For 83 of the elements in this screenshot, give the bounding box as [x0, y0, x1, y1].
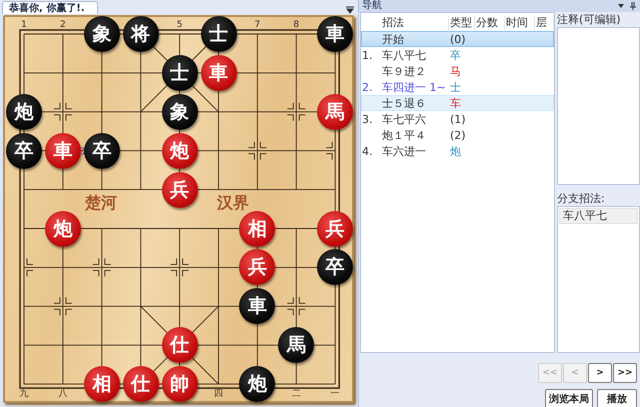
column-header[interactable]: 招法	[381, 14, 449, 30]
pin-icon[interactable]	[629, 2, 637, 10]
chess-piece[interactable]: 士	[162, 54, 198, 91]
move-row[interactable]: 开始 (0)	[361, 31, 554, 47]
chess-piece[interactable]: 兵	[162, 172, 198, 208]
column-header[interactable]: 时间	[505, 14, 535, 30]
column-header[interactable]: 类型	[449, 14, 475, 30]
chess-piece[interactable]: 車	[317, 16, 354, 52]
chess-piece[interactable]: 相	[84, 366, 120, 402]
move-type: 马	[450, 64, 462, 79]
file-number: 四	[213, 389, 224, 400]
move-row[interactable]: 炮１平４ (2)	[361, 127, 554, 143]
chess-piece[interactable]: 車	[44, 132, 81, 169]
move-row[interactable]: 车９进２ 马	[361, 63, 554, 79]
move-type: 车	[450, 96, 462, 111]
move-row[interactable]: 2. 车四进一 1~ 士	[361, 79, 554, 95]
action-button[interactable]: 播放	[597, 389, 637, 407]
move-notation: 士５退６	[382, 96, 427, 111]
chess-piece[interactable]: 卒	[84, 132, 120, 169]
column-header[interactable]: 分数	[475, 14, 505, 30]
chess-piece[interactable]: 炮	[6, 94, 42, 130]
chess-piece[interactable]: 将	[122, 16, 159, 52]
move-number: 3.	[362, 113, 374, 126]
file-number: 九	[18, 389, 30, 400]
chess-piece[interactable]: 炮	[44, 210, 81, 246]
move-notation: 炮１平４	[382, 128, 427, 143]
chess-piece[interactable]: 車	[239, 288, 276, 324]
river-text: 汉界	[217, 194, 249, 211]
dropdown-icon[interactable]	[617, 2, 625, 10]
file-number: 2	[59, 20, 67, 30]
move-row[interactable]: 1. 车八平七 卒	[361, 47, 554, 63]
move-type: (1)	[450, 113, 467, 126]
chess-piece[interactable]: 兵	[317, 210, 354, 246]
chess-piece[interactable]: 象	[84, 16, 120, 52]
move-notation: 开始	[382, 32, 405, 47]
notes-field[interactable]	[557, 27, 640, 185]
file-number: 1	[20, 20, 28, 30]
chess-piece[interactable]: 馬	[317, 94, 354, 130]
chess-piece[interactable]: 士	[200, 16, 236, 52]
chess-piece[interactable]: 炮	[162, 132, 198, 169]
branch-item[interactable]: 车八平七	[559, 208, 638, 224]
move-row[interactable]: 3. 车七平六 (1)	[361, 111, 554, 127]
move-notation: 车四进一 1~	[382, 80, 447, 95]
move-row[interactable]: 4. 车六进一 炮	[361, 143, 554, 159]
chess-piece[interactable]: 相	[239, 210, 276, 246]
move-notation: 车八平七	[382, 48, 427, 63]
dropdown-icon[interactable]	[346, 6, 354, 14]
move-notation: 车９进２	[382, 64, 427, 79]
chess-piece[interactable]: 炮	[239, 366, 276, 402]
chess-piece[interactable]: 車	[200, 54, 236, 91]
chess-piece[interactable]: 仕	[122, 366, 159, 402]
river-text: 楚河	[85, 194, 117, 211]
move-type: 卒	[450, 48, 462, 63]
file-number: 二	[290, 389, 302, 400]
file-number: 一	[330, 389, 341, 400]
column-header[interactable]: 层	[535, 14, 554, 30]
chess-piece[interactable]: 帥	[162, 366, 198, 402]
document-tab[interactable]: 恭喜你, 你赢了!.	[2, 1, 98, 14]
chess-piece[interactable]: 卒	[317, 249, 354, 286]
move-type: 士	[450, 80, 462, 95]
branches-label: 分支招法:	[557, 191, 606, 206]
notes-label: 注释(可编辑)	[557, 12, 622, 27]
file-number: 8	[292, 20, 300, 30]
action-button[interactable]: 浏览本局	[545, 389, 593, 407]
file-number: 7	[254, 20, 262, 30]
chess-piece[interactable]: 象	[162, 94, 198, 130]
chess-piece[interactable]: 兵	[239, 249, 276, 286]
chess-piece[interactable]: 卒	[6, 132, 42, 169]
file-number: 5	[176, 20, 184, 30]
move-notation: 车六进一	[382, 144, 427, 159]
move-type: (0)	[450, 33, 467, 46]
move-type: (2)	[450, 129, 467, 142]
move-number: 4.	[362, 145, 374, 158]
chess-piece[interactable]: 仕	[162, 327, 198, 364]
chess-piece[interactable]: 馬	[278, 327, 314, 364]
step-button[interactable]: >>	[613, 363, 637, 383]
move-type: 炮	[450, 144, 462, 159]
step-button[interactable]: >	[588, 363, 612, 383]
move-row[interactable]: 士５退６ 车	[361, 95, 554, 111]
move-number: 1.	[362, 49, 374, 62]
move-number: 2.	[362, 81, 374, 94]
file-number: 八	[57, 389, 68, 400]
move-notation: 车七平六	[382, 112, 427, 127]
